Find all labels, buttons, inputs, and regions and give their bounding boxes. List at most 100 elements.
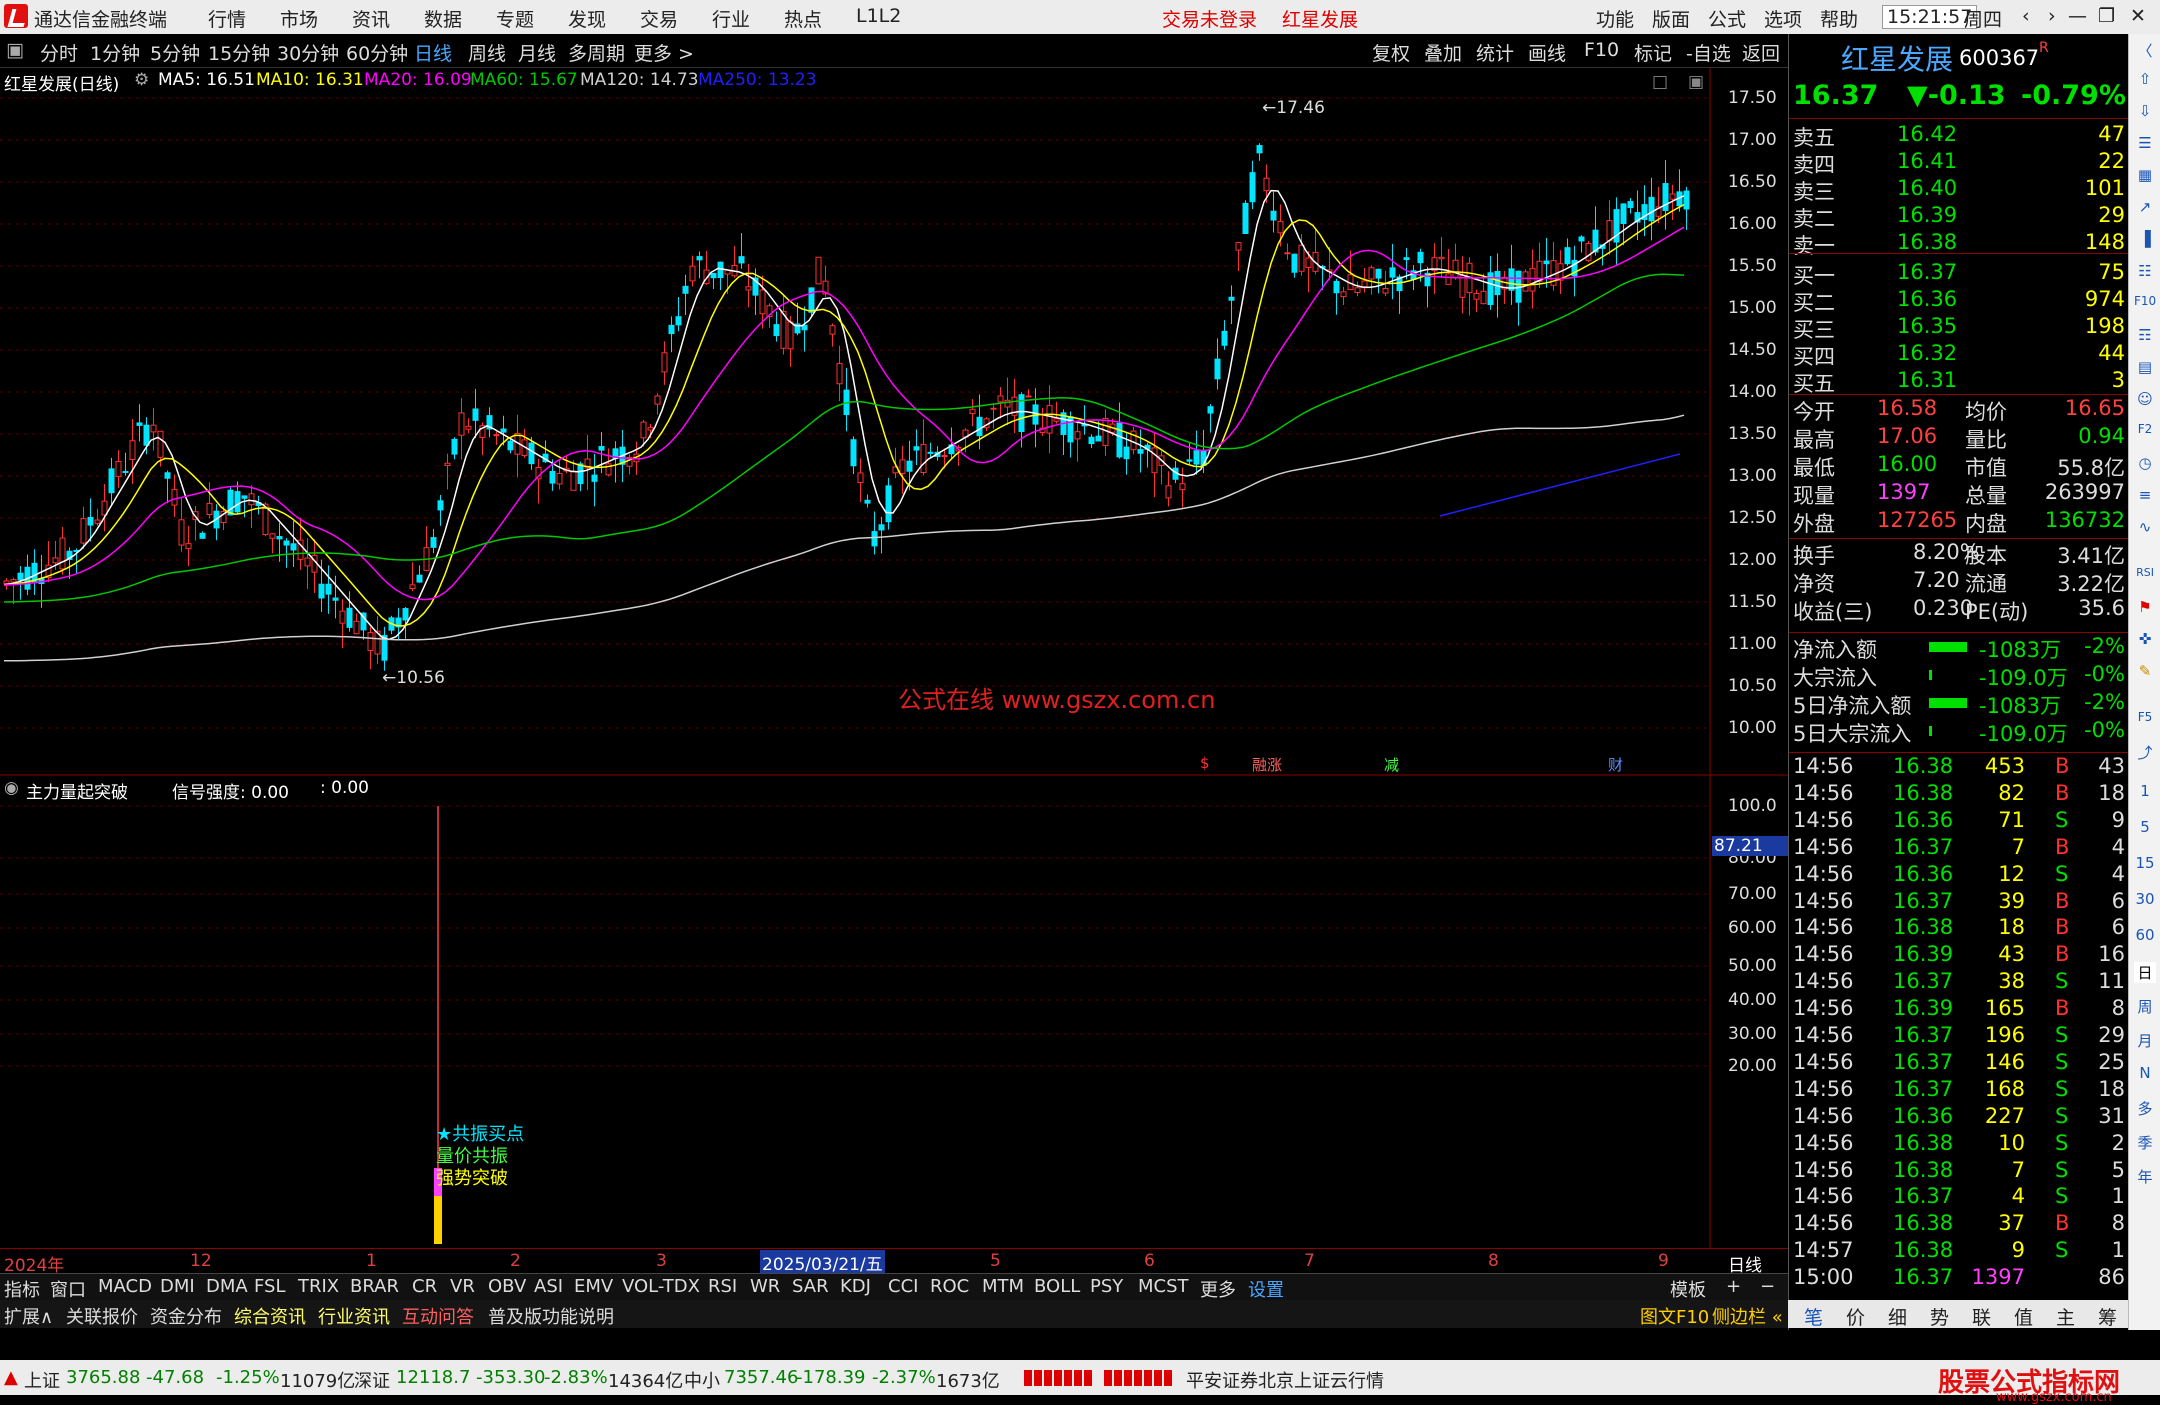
action-back[interactable]: 返回: [1742, 39, 1780, 66]
action-mark[interactable]: 标记: [1634, 39, 1672, 66]
indbar-psy[interactable]: PSY: [1090, 1276, 1123, 1297]
period-1-button[interactable]: 1: [2134, 782, 2156, 800]
ask-row[interactable]: 卖五 16.42 47: [1793, 122, 2125, 150]
menu-item-help[interactable]: 帮助: [1820, 5, 1858, 32]
indbar-settings[interactable]: 设置: [1248, 1276, 1284, 1302]
clock-icon[interactable]: ◷: [2134, 454, 2156, 472]
tick-row[interactable]: 14:56 16.39 43 B 16: [1793, 942, 2125, 969]
flow-row[interactable]: 5日大宗流入 -109.0万 -0%: [1793, 718, 2125, 746]
ext-tab-f10[interactable]: 图文F10: [1640, 1303, 1709, 1329]
tick-row[interactable]: 14:56 16.38 7 S 5: [1793, 1158, 2125, 1185]
indbar-obv[interactable]: OBV: [488, 1276, 526, 1297]
menu-item-hot[interactable]: 热点: [784, 5, 822, 32]
wave-icon[interactable]: ∿: [2134, 518, 2156, 536]
tick-row[interactable]: 14:56 16.37 7 B 4: [1793, 835, 2125, 862]
panel-minimize-icon[interactable]: □: [1652, 72, 1668, 92]
menu-item-industry[interactable]: 行业: [712, 5, 750, 32]
indbar-wr[interactable]: WR: [750, 1276, 780, 1297]
period-tab-15min[interactable]: 15分钟: [208, 39, 270, 66]
ext-tab-sidebar[interactable]: 侧边栏 «: [1712, 1303, 1783, 1329]
crosshair-icon[interactable]: ✜: [2134, 630, 2156, 648]
indbar-dma[interactable]: DMA: [206, 1276, 248, 1297]
menu-item-trade[interactable]: 交易: [640, 5, 678, 32]
action-stats[interactable]: 统计: [1476, 39, 1514, 66]
quote-tab[interactable]: 笔: [1804, 1303, 1823, 1330]
restore-icon[interactable]: ❐: [2098, 5, 2115, 27]
period-year-button[interactable]: 年: [2134, 1166, 2156, 1187]
settings-gear-icon[interactable]: ⚙: [134, 70, 149, 90]
period-tab-multi[interactable]: 多周期: [568, 39, 625, 66]
rsi-icon[interactable]: RSI: [2134, 566, 2156, 579]
stat-row[interactable]: 最低 16.00 市值 55.8亿: [1793, 452, 2125, 480]
menu-item-quotes[interactable]: 行情: [208, 5, 246, 32]
period-tab-60min[interactable]: 60分钟: [346, 39, 408, 66]
period-quarter-button[interactable]: 季: [2134, 1132, 2156, 1153]
indbar-asi[interactable]: ASI: [534, 1276, 563, 1297]
f5-icon[interactable]: F5: [2134, 710, 2156, 724]
period-tab-more[interactable]: 更多 >: [634, 39, 694, 66]
indbar-mcst[interactable]: MCST: [1138, 1276, 1189, 1297]
panel-close-icon[interactable]: ▣: [1688, 72, 1704, 92]
indbar-trix[interactable]: TRIX: [298, 1276, 339, 1297]
alert-icon[interactable]: ⚑: [2134, 598, 2156, 616]
period-multi-button[interactable]: 多: [2134, 1098, 2156, 1119]
menu-item-options[interactable]: 选项: [1764, 5, 1802, 32]
period-tab-fenshi[interactable]: 分时: [40, 39, 78, 66]
period-tab-1min[interactable]: 1分钟: [90, 39, 140, 66]
action-fuquan[interactable]: 复权: [1372, 39, 1410, 66]
tick-row[interactable]: 14:56 16.37 168 S 18: [1793, 1077, 2125, 1104]
event-mark-dividend[interactable]: $: [1200, 754, 1210, 772]
menu-item-formula[interactable]: 公式: [1708, 5, 1746, 32]
bid-row[interactable]: 买二 16.36 974: [1793, 287, 2125, 315]
tick-row[interactable]: 14:56 16.37 4 S 1: [1793, 1184, 2125, 1211]
bid-row[interactable]: 买三 16.35 198: [1793, 314, 2125, 342]
candlestick-chart[interactable]: [0, 68, 1788, 776]
tick-row[interactable]: 14:56 16.37 38 S 11: [1793, 969, 2125, 996]
quote-tab[interactable]: 价: [1846, 1303, 1865, 1330]
indbar-sar[interactable]: SAR: [792, 1276, 829, 1297]
indbar-boll[interactable]: BOLL: [1034, 1276, 1080, 1297]
tick-row[interactable]: 14:56 16.38 10 S 2: [1793, 1131, 2125, 1158]
ext-tab-qa[interactable]: 互动问答: [402, 1303, 474, 1329]
indbar-window[interactable]: 窗口: [50, 1276, 86, 1302]
list-icon[interactable]: ☰: [2134, 134, 2156, 152]
tick-row[interactable]: 14:56 16.38 453 B 43: [1793, 754, 2125, 781]
stat-row[interactable]: 最高 17.06 量比 0.94: [1793, 424, 2125, 452]
indbar-emv[interactable]: EMV: [574, 1276, 613, 1297]
flow-row[interactable]: 大宗流入 -109.0万 -0%: [1793, 662, 2125, 690]
tick-row[interactable]: 14:56 16.37 196 S 29: [1793, 1023, 2125, 1050]
quote-tab[interactable]: 主: [2056, 1303, 2075, 1330]
chart-icon[interactable]: ≡: [2134, 486, 2156, 504]
tick-row[interactable]: 14:56 16.36 71 S 9: [1793, 808, 2125, 835]
period-tab-5min[interactable]: 5分钟: [150, 39, 200, 66]
period-month-button[interactable]: 月: [2134, 1030, 2156, 1051]
period-60-button[interactable]: 60: [2134, 926, 2156, 944]
indbar-macd[interactable]: MACD: [98, 1276, 152, 1297]
back-arrow-icon[interactable]: ‹: [2022, 5, 2030, 27]
indbar-add[interactable]: +: [1726, 1276, 1741, 1297]
ext-tab-function-guide[interactable]: 普及版功能说明: [488, 1303, 614, 1329]
indbar-cci[interactable]: CCI: [888, 1276, 918, 1297]
line-chart-icon[interactable]: ↗: [2134, 198, 2156, 216]
event-mark-reduce[interactable]: 减: [1384, 754, 1399, 775]
event-mark-finance[interactable]: 财: [1608, 754, 1623, 775]
indbar-fsl[interactable]: FSL: [254, 1276, 286, 1297]
indbar-kdj[interactable]: KDJ: [840, 1276, 871, 1297]
indicator-panel[interactable]: ◉ 主力量起突破 信号强度: 0.00 : 0.00 100.0 80.00 70.…: [0, 776, 1788, 1248]
pen-icon[interactable]: ✎: [2134, 662, 2156, 680]
menu-item-topics[interactable]: 专题: [496, 5, 534, 32]
period-week-button[interactable]: 周: [2134, 996, 2156, 1017]
collapse-icon[interactable]: 〈: [2134, 40, 2156, 61]
menu-item-layout[interactable]: 版面: [1652, 5, 1690, 32]
period-tab-30min[interactable]: 30分钟: [277, 39, 339, 66]
tick-row[interactable]: 14:56 16.36 12 S 4: [1793, 862, 2125, 889]
ask-row[interactable]: 卖三 16.40 101: [1793, 176, 2125, 204]
close-icon[interactable]: ✕: [2130, 5, 2146, 27]
period-30-button[interactable]: 30: [2134, 890, 2156, 908]
index-sh-name[interactable]: 上证: [24, 1367, 60, 1393]
ext-tab-industry-news[interactable]: 行业资讯: [318, 1303, 390, 1329]
tick-row[interactable]: 14:56 16.38 18 B 6: [1793, 915, 2125, 942]
quote-tab[interactable]: 细: [1888, 1303, 1907, 1330]
tick-row[interactable]: 14:56 16.36 227 S 31: [1793, 1104, 2125, 1131]
grid-icon[interactable]: ▦: [2134, 166, 2156, 184]
